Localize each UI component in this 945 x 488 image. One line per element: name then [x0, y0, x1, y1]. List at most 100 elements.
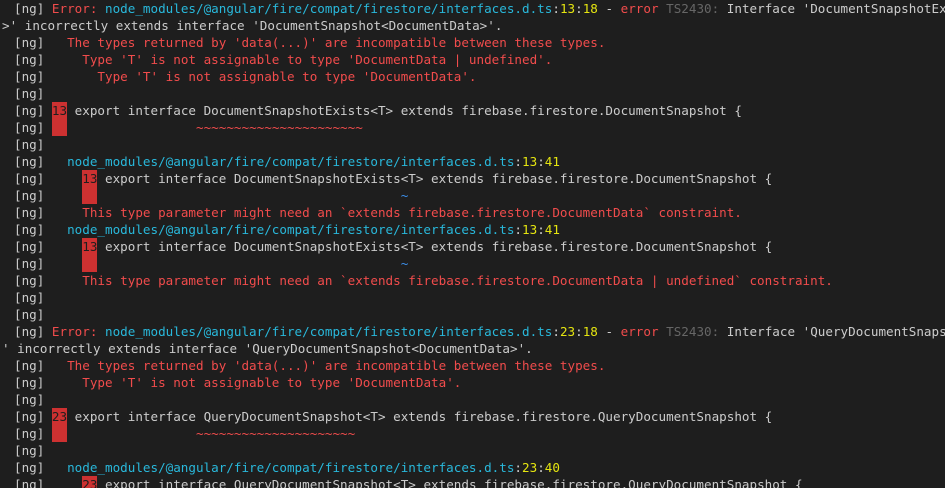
terminal-text: Interface 'DocumentSnapshotExists<T [726, 1, 945, 16]
terminal-text: : [537, 222, 545, 237]
terminal-text: [ng] [14, 120, 52, 135]
terminal-line: [ng] 23 export interface QueryDocumentSn… [14, 476, 945, 488]
terminal-line: [ng] [14, 136, 945, 153]
terminal-line: [ng] [14, 442, 945, 459]
terminal-text: : [514, 460, 523, 475]
terminal-text: Type 'T' is not assignable to type 'Docu… [82, 52, 553, 67]
line-number-gutter [82, 187, 98, 204]
terminal-text: export interface DocumentSnapshotExists<… [97, 171, 773, 186]
terminal-line: [ng] [14, 85, 945, 102]
terminal-text: 41 [544, 222, 560, 237]
terminal-text: TS2430: [658, 324, 727, 339]
terminal-line: [ng] [14, 289, 945, 306]
terminal-text: [ng] [14, 324, 52, 339]
terminal-line: [ng] Type 'T' is not assignable to type … [14, 51, 945, 68]
terminal-text: [ng] [14, 35, 68, 50]
terminal-text: : [575, 1, 583, 16]
terminal-text: node_modules/@angular/fire/compat/firest… [67, 222, 515, 237]
terminal-text: [ng] [14, 426, 52, 441]
terminal-line: [ng] The types returned by 'data(...)' a… [14, 34, 945, 51]
terminal-text: node_modules/@angular/fire/compat/firest… [105, 1, 553, 16]
terminal-text: [ng] [14, 1, 52, 16]
terminal-line: [ng] The types returned by 'data(...)' a… [14, 357, 945, 374]
terminal-output[interactable]: [ng] Error: node_modules/@angular/fire/c… [0, 0, 945, 488]
terminal-text: : [552, 1, 560, 16]
terminal-text: [ng] [14, 358, 68, 373]
terminal-text: [ng] [14, 137, 45, 152]
terminal-text: 18 [582, 1, 598, 16]
terminal-text: : [575, 324, 583, 339]
terminal-text: ~~~~~~~~~~~~~~~~~~~~~ [196, 426, 356, 441]
terminal-text: 41 [544, 154, 560, 169]
terminal-text: export interface QueryDocumentSnapshot<T… [97, 477, 803, 488]
terminal-text: [ng] [14, 460, 68, 475]
terminal-line: [ng] ~~~~~~~~~~~~~~~~~~~~~~ [14, 119, 945, 136]
terminal-text: ' incorrectly extends interface 'QueryDo… [2, 341, 533, 356]
terminal-line: [ng] Error: node_modules/@angular/fire/c… [14, 323, 945, 340]
terminal-text: [ng] [14, 154, 68, 169]
terminal-text: : [514, 222, 523, 237]
terminal-text: Type 'T' is not assignable to type 'Docu… [97, 69, 477, 84]
terminal-text: [ng] [14, 273, 83, 288]
terminal-text: node_modules/@angular/fire/compat/firest… [67, 154, 515, 169]
line-number-gutter: 13 [82, 170, 98, 187]
line-number-gutter [51, 425, 68, 442]
line-number-gutter [82, 255, 98, 272]
terminal-text: Type 'T' is not assignable to type 'Docu… [82, 375, 462, 390]
terminal-text: [ng] [14, 375, 83, 390]
terminal-text: [ng] [14, 103, 52, 118]
terminal-text: Error: [51, 324, 105, 339]
terminal-text: 13 [522, 154, 538, 169]
terminal-text: [ng] [14, 307, 45, 322]
line-number-gutter [51, 119, 68, 136]
terminal-text: [ng] [14, 188, 83, 203]
terminal-line: [ng] Type 'T' is not assignable to type … [14, 374, 945, 391]
terminal-line: [ng] [14, 306, 945, 323]
terminal-text: export interface DocumentSnapshotExists<… [97, 239, 773, 254]
terminal-text: - [597, 324, 621, 339]
terminal-text: : [552, 324, 560, 339]
terminal-text: error [620, 1, 659, 16]
terminal-line: [ng] Type 'T' is not assignable to type … [14, 68, 945, 85]
terminal-text: 13 [559, 1, 576, 16]
terminal-text: [ng] [14, 69, 98, 84]
terminal-line: >' incorrectly extends interface 'Docume… [2, 17, 945, 34]
terminal-line: [ng] ~ [14, 255, 945, 272]
terminal-text: 18 [582, 324, 598, 339]
terminal-text: Interface 'QueryDocumentSnapshot<T> [726, 324, 945, 339]
terminal-line: [ng] 23 export interface QueryDocumentSn… [14, 408, 945, 425]
terminal-text: [ng] [14, 239, 83, 254]
terminal-text: 23 [559, 324, 576, 339]
terminal-line: [ng] [14, 391, 945, 408]
terminal-text: [ng] [14, 290, 45, 305]
terminal-line: [ng] 13 export interface DocumentSnapsho… [14, 170, 945, 187]
terminal-text: [ng] [14, 205, 83, 220]
line-number-gutter: 23 [82, 476, 98, 488]
terminal-line: ' incorrectly extends interface 'QueryDo… [2, 340, 945, 357]
terminal-text: 23 [522, 460, 538, 475]
terminal-text: [ng] [14, 171, 83, 186]
terminal-line: [ng] ~~~~~~~~~~~~~~~~~~~~~ [14, 425, 945, 442]
terminal-text: error [620, 324, 659, 339]
terminal-text: export interface DocumentSnapshotExists<… [67, 103, 742, 118]
terminal-line: [ng] node_modules/@angular/fire/compat/f… [14, 221, 945, 238]
terminal-text: node_modules/@angular/fire/compat/firest… [67, 460, 515, 475]
line-number-gutter: 23 [51, 408, 68, 425]
terminal-text: This type parameter might need an `exten… [82, 273, 833, 288]
terminal-text: This type parameter might need an `exten… [82, 205, 742, 220]
terminal-text: ~ [400, 188, 409, 203]
terminal-text: [ng] [14, 86, 45, 101]
terminal-text: The types returned by 'data(...)' are in… [67, 358, 606, 373]
terminal-text: The types returned by 'data(...)' are in… [67, 35, 606, 50]
terminal-text: [ng] [14, 443, 45, 458]
terminal-line: [ng] node_modules/@angular/fire/compat/f… [14, 153, 945, 170]
terminal-text: : [537, 154, 545, 169]
terminal-text: [ng] [14, 256, 83, 271]
terminal-line: [ng] node_modules/@angular/fire/compat/f… [14, 459, 945, 476]
terminal-line: [ng] 13 export interface DocumentSnapsho… [14, 238, 945, 255]
terminal-line: [ng] This type parameter might need an `… [14, 272, 945, 289]
terminal-text: 40 [544, 460, 560, 475]
